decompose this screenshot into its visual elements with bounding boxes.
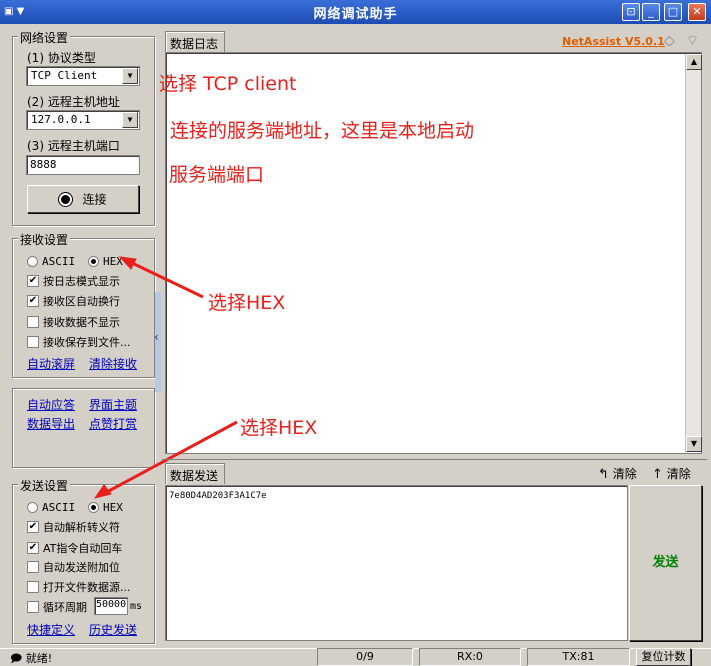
send-button[interactable]: 发送 (629, 485, 702, 641)
status-ready: 🗩 就绪! (10, 650, 52, 666)
clear-send-label: 清除 (612, 467, 637, 481)
reset-count-button[interactable]: 复位计数 (636, 648, 691, 666)
divider (162, 459, 707, 460)
clear-all-label: 清除 (666, 467, 691, 481)
clear-send-button[interactable]: ↰ 清除 (598, 465, 637, 482)
clear-all-button[interactable]: ↑ 清除 (652, 465, 691, 482)
send-input[interactable]: 7e80D4AD203F3A1C7e (165, 485, 628, 641)
clear-arrow-icon: ↰ (598, 467, 609, 482)
clear-up-icon: ↑ (652, 467, 663, 482)
status-rx: RX:0 (419, 648, 521, 666)
speaker-icon: 🗩 (10, 652, 23, 665)
status-count: 0/9 (317, 648, 413, 666)
arrow-icon (93, 256, 238, 499)
status-tx: TX:81 (527, 648, 630, 666)
status-ready-label: 就绪! (25, 652, 53, 665)
tab-data-send[interactable]: 数据发送 (165, 463, 225, 484)
